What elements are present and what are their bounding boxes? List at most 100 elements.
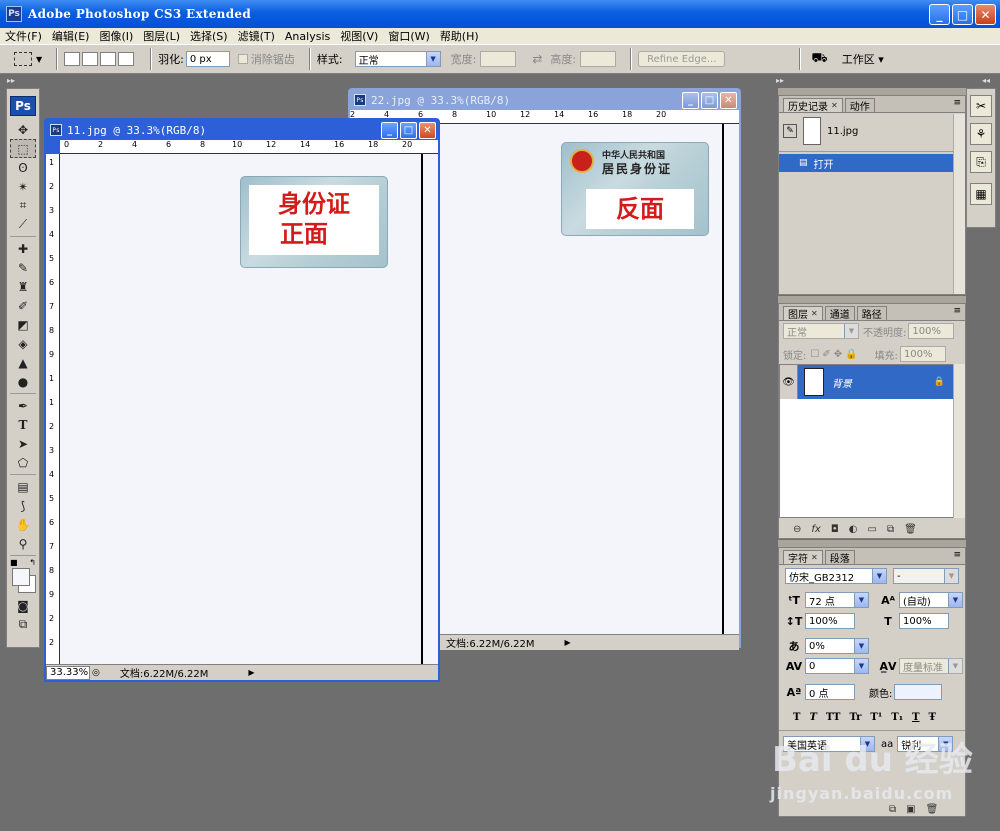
move-tool-icon[interactable]: ✥ [10, 120, 36, 139]
vertical-scale-input[interactable]: 100% [805, 613, 855, 629]
baseline-shift-input[interactable]: 0 点 [805, 684, 855, 700]
strikethrough-button[interactable]: Ŧ [929, 712, 936, 723]
toolbox-collapse-icon[interactable]: ▸▸ [7, 76, 15, 85]
layer-mask-icon[interactable]: ◘ [831, 524, 839, 535]
scrollbar[interactable] [953, 114, 965, 294]
style-select[interactable]: 正常 ▼ [354, 51, 441, 67]
shape-tool-icon[interactable]: ⬠ [10, 453, 36, 472]
status-menu-arrow-icon[interactable]: ▶ [565, 638, 571, 647]
info-panel-icon[interactable]: ▦ [970, 183, 992, 205]
default-colors-icon[interactable]: ■ [10, 558, 18, 567]
height-input[interactable] [580, 51, 617, 67]
doc-minimize-button[interactable]: _ [381, 122, 398, 139]
screen-mode-icon[interactable]: ⧉ [10, 615, 36, 634]
document-window-11[interactable]: Ps 11.jpg @ 33.3%(RGB/8) _ □ ✕ 0 2 4 6 8… [44, 118, 440, 682]
kerning-method-select[interactable]: 度量标准 ▼ [899, 658, 963, 674]
menu-help[interactable]: 帮助(H) [435, 28, 484, 44]
doc-close-button[interactable]: ✕ [419, 122, 436, 139]
history-snapshot[interactable]: ✎ 11.jpg [779, 113, 965, 149]
menu-image[interactable]: 图像(I) [94, 28, 138, 44]
minimize-button[interactable]: _ [929, 4, 950, 25]
tab-actions[interactable]: 动作 [844, 98, 875, 113]
kerning-select[interactable]: 0 ▼ [805, 658, 869, 674]
font-style-select[interactable]: - ▼ [893, 568, 959, 584]
lasso-tool-icon[interactable]: ʘ [10, 158, 36, 177]
blend-mode-select[interactable]: 正常 ▼ [783, 323, 859, 339]
tab-history[interactable]: 历史记录 ✕ [783, 98, 843, 113]
foreground-color-swatch[interactable] [12, 568, 30, 586]
bridge-icon[interactable]: ⛟ [811, 51, 827, 68]
lock-icons[interactable]: ☐✐✥🔒 [810, 349, 860, 360]
rect-marquee-tool-icon[interactable]: ⬚ [10, 139, 36, 158]
menu-edit[interactable]: 编辑(E) [47, 28, 95, 44]
notes-tool-icon[interactable]: ▤ [10, 477, 36, 496]
menu-analysis[interactable]: Analysis [280, 30, 335, 43]
new-group-icon[interactable]: ▭ [868, 524, 877, 535]
clone-source-icon[interactable]: ⎘ [970, 151, 992, 173]
close-icon[interactable]: ✕ [831, 101, 838, 110]
doc-maximize-button[interactable]: □ [400, 122, 417, 139]
tab-channels[interactable]: 通道 [824, 306, 855, 321]
zoom-field[interactable]: 33.33% [46, 665, 90, 680]
opacity-input[interactable]: 100% [908, 323, 955, 339]
doc-close-button[interactable]: ✕ [720, 92, 737, 109]
faux-bold-button[interactable]: T [793, 712, 800, 723]
width-input[interactable] [480, 51, 517, 67]
font-family-select[interactable]: 仿宋_GB2312 ▼ [785, 568, 887, 584]
feather-input[interactable]: 0 px [185, 51, 230, 67]
close-button[interactable]: ✕ [975, 4, 996, 25]
add-selection-icon[interactable] [82, 52, 99, 66]
magic-wand-tool-icon[interactable]: ✴ [10, 177, 36, 196]
tool-presets-icon[interactable]: ✂ [970, 95, 992, 117]
hand-tool-icon[interactable]: ✋ [10, 515, 36, 534]
tab-paragraph[interactable]: 段落 [824, 550, 855, 565]
horizontal-scale-input[interactable]: 100% [899, 613, 949, 629]
blur-tool-icon[interactable]: ▲ [10, 353, 36, 372]
document-title-bar[interactable]: Ps 22.jpg @ 33.3%(RGB/8) [350, 90, 739, 110]
brushes-icon[interactable]: ⚘ [970, 123, 992, 145]
panel-dock-expand-icon[interactable]: ▸▸ [776, 76, 784, 85]
panel-menu-icon[interactable]: ≡ [953, 550, 961, 560]
panel-menu-icon[interactable]: ≡ [953, 306, 961, 316]
path-selection-tool-icon[interactable]: ➤ [10, 434, 36, 453]
doc-minimize-button[interactable]: _ [682, 92, 699, 109]
photoshop-logo[interactable]: Ps [10, 96, 36, 116]
dodge-tool-icon[interactable]: ● [10, 372, 36, 391]
scrollbar[interactable] [953, 364, 965, 518]
delete-layer-icon[interactable]: 🗑 [904, 524, 917, 535]
clone-stamp-tool-icon[interactable]: ♜ [10, 277, 36, 296]
adjustment-layer-icon[interactable]: ◐ [849, 524, 858, 535]
document-canvas[interactable]: 身份证 正面 [60, 154, 438, 666]
menu-filter[interactable]: 滤镜(T) [233, 28, 280, 44]
type-tool-icon[interactable]: T [10, 415, 36, 434]
healing-brush-tool-icon[interactable]: ✚ [10, 239, 36, 258]
maximize-button[interactable]: □ [952, 4, 973, 25]
doc-maximize-button[interactable]: □ [701, 92, 718, 109]
workspace-button[interactable]: 工作区 ▾ [842, 51, 884, 67]
close-icon[interactable]: ✕ [811, 553, 818, 562]
subscript-button[interactable]: T₁ [891, 712, 903, 723]
duplicate-icon[interactable]: ▣ [906, 804, 915, 815]
new-layer-icon[interactable]: ⧉ [887, 524, 894, 535]
brush-tool-icon[interactable]: ✎ [10, 258, 36, 277]
slice-tool-icon[interactable]: ⟋ [10, 215, 36, 234]
leading-select[interactable]: (自动) ▼ [899, 592, 963, 608]
tab-character[interactable]: 字符 ✕ [783, 550, 823, 565]
eraser-tool-icon[interactable]: ◩ [10, 315, 36, 334]
eyedropper-tool-icon[interactable]: ⟆ [10, 496, 36, 515]
new-item-icon[interactable]: ⧉ [889, 804, 896, 815]
history-brush-tool-icon[interactable]: ✐ [10, 296, 36, 315]
swap-colors-icon[interactable]: ↰ [29, 558, 36, 567]
quick-mask-icon[interactable]: ◙ [10, 596, 36, 615]
link-layers-icon[interactable]: ⊖ [793, 524, 801, 535]
faux-italic-button[interactable]: T [809, 712, 816, 723]
menu-layer[interactable]: 图层(L) [138, 28, 185, 44]
menu-window[interactable]: 窗口(W) [383, 28, 434, 44]
eye-icon[interactable]: 👁 [780, 365, 798, 399]
crop-tool-icon[interactable]: ⌗ [10, 196, 36, 215]
menu-file[interactable]: 文件(F) [0, 28, 47, 44]
text-color-swatch[interactable] [894, 684, 943, 700]
history-step[interactable]: ▤ 打开 [779, 154, 953, 172]
tracking-percent-select[interactable]: 0% ▼ [805, 638, 869, 654]
pen-tool-icon[interactable]: ✒ [10, 396, 36, 415]
